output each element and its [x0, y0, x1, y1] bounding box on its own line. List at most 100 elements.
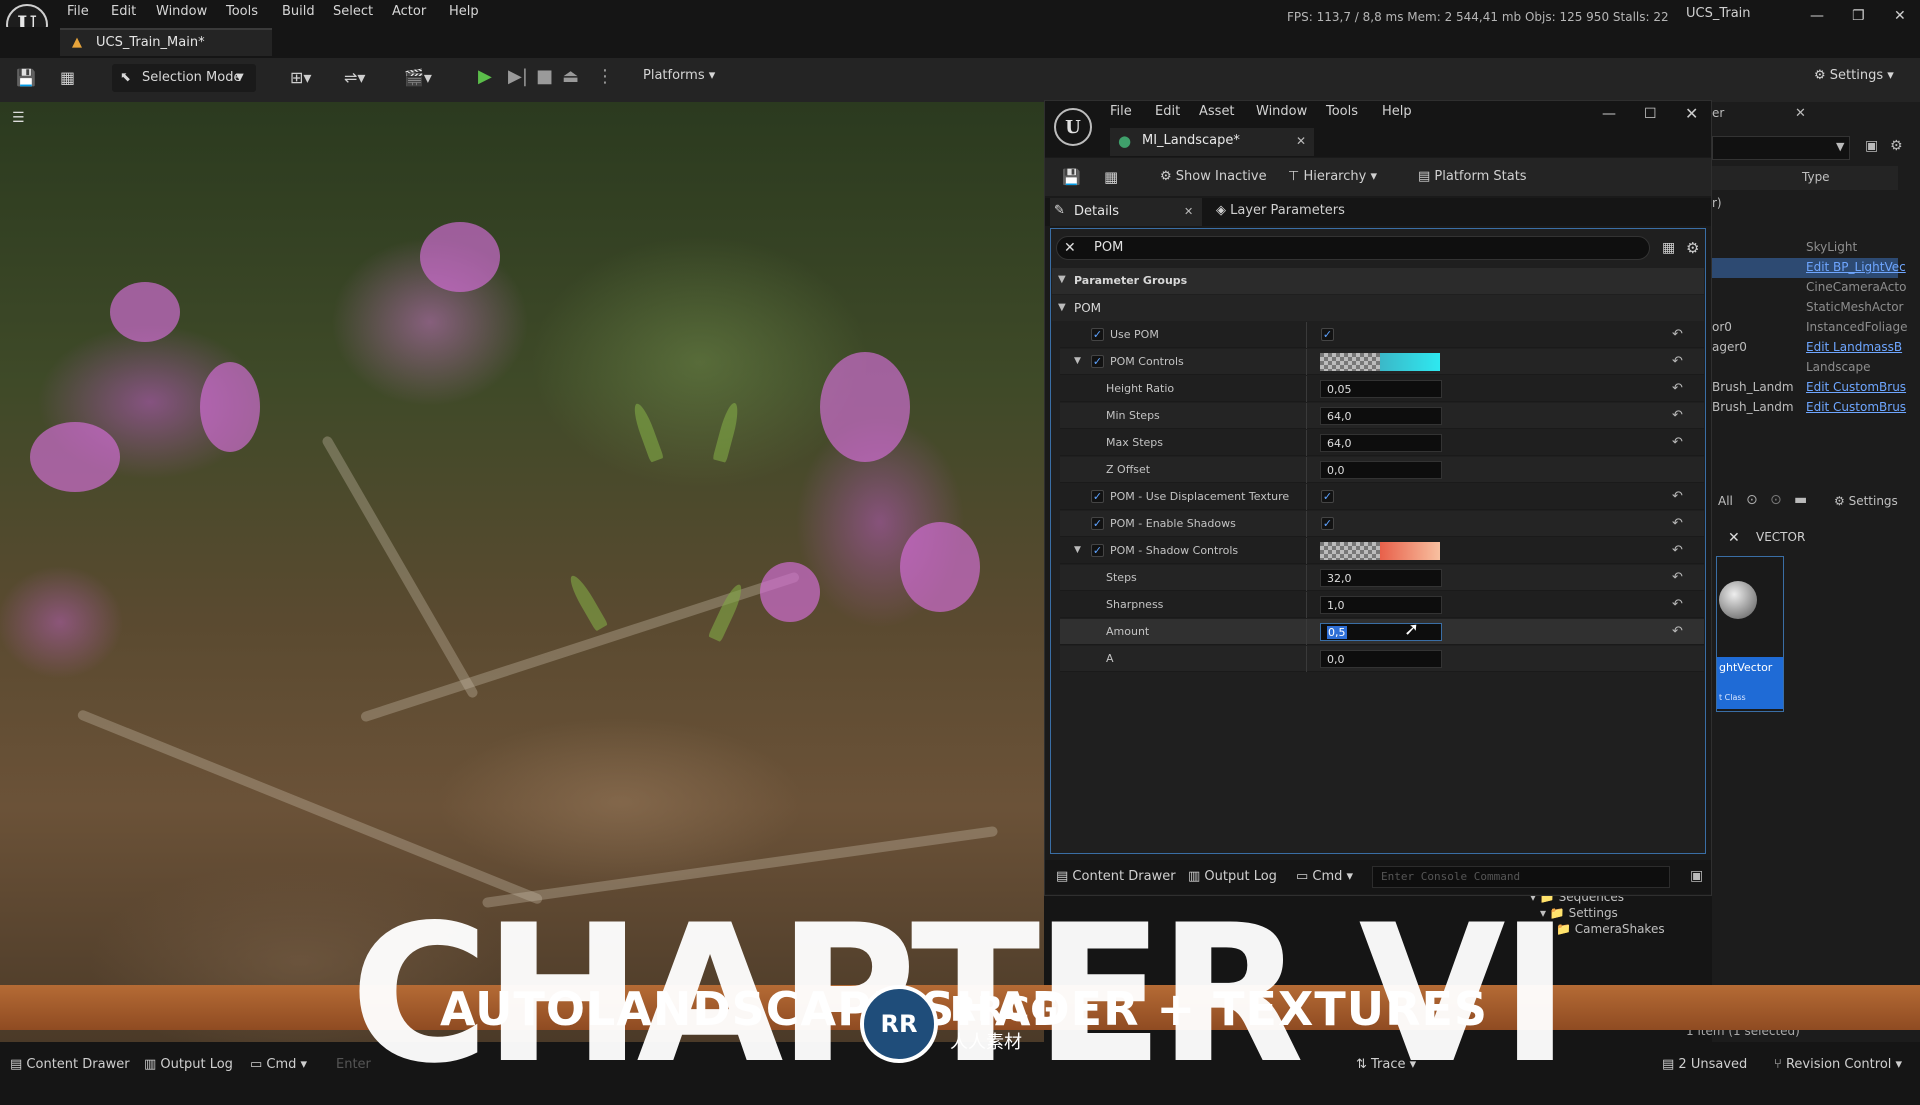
param-value-checkbox[interactable]: ✓: [1321, 517, 1334, 530]
reset-icon[interactable]: ↶: [1672, 327, 1683, 342]
param-number-field[interactable]: 64,0: [1320, 434, 1442, 452]
clear-search-icon[interactable]: ✕: [1728, 530, 1740, 546]
folder-icon[interactable]: ▬: [1794, 492, 1807, 508]
outliner-row-name[interactable]: Brush_Landm: [1712, 380, 1794, 394]
reset-icon[interactable]: ↶: [1672, 354, 1683, 369]
show-inactive-button[interactable]: ⚙ Show Inactive: [1160, 169, 1267, 184]
outliner-row-type-link[interactable]: Edit BP_LightVec: [1806, 260, 1906, 274]
filter-all[interactable]: All: [1718, 494, 1733, 508]
status-cmd[interactable]: ▭ Cmd ▾: [250, 1057, 307, 1072]
step-icon[interactable]: ▶|: [508, 66, 528, 87]
asset-tile[interactable]: ghtVector t Class: [1716, 556, 1784, 712]
close-icon[interactable]: ✕: [1685, 104, 1698, 123]
outliner-row-name[interactable]: Brush_Landm: [1712, 400, 1794, 414]
reset-icon[interactable]: ↶: [1672, 435, 1683, 450]
hierarchy-dropdown[interactable]: ⊤ Hierarchy ▾: [1288, 169, 1377, 184]
reset-icon[interactable]: ↶: [1672, 597, 1683, 612]
mi-asset-tab[interactable]: ● MI_Landscape* ✕: [1110, 128, 1314, 156]
platforms-dropdown[interactable]: Platforms ▾: [643, 68, 715, 83]
chevron-down-icon[interactable]: ▼: [1074, 545, 1081, 555]
save-icon[interactable]: 💾: [1062, 168, 1081, 186]
close-icon[interactable]: ✕: [1894, 8, 1906, 24]
level-tab[interactable]: ▲ UCS_Train_Main*: [60, 28, 272, 56]
menu-edit[interactable]: Edit: [111, 4, 136, 19]
menu-tools[interactable]: Tools: [226, 4, 258, 19]
color-swatch[interactable]: [1320, 353, 1440, 371]
cmd-dropdown[interactable]: ▭ Cmd ▾: [1296, 869, 1353, 884]
details-search-input[interactable]: [1056, 236, 1650, 260]
tab-close-icon[interactable]: ✕: [1184, 205, 1193, 218]
outliner-row-type-link[interactable]: Edit LandmassB: [1806, 340, 1902, 354]
outliner-row-type-link[interactable]: Edit CustomBrus: [1806, 380, 1906, 394]
status-unsaved[interactable]: ▤ 2 Unsaved: [1662, 1057, 1747, 1072]
settings-dropdown[interactable]: ⚙ Settings ▾: [1814, 68, 1894, 83]
unreal-logo-icon[interactable]: U: [1054, 108, 1092, 146]
output-log-button[interactable]: ▥ Output Log: [1188, 869, 1277, 884]
outliner-row-type-link[interactable]: Edit CustomBrus: [1806, 400, 1906, 414]
stop-icon[interactable]: ■: [536, 66, 553, 87]
mi-menu-edit[interactable]: Edit: [1155, 104, 1180, 119]
save-layout-icon[interactable]: ▣: [1690, 868, 1703, 884]
param-override-checkbox[interactable]: ✓: [1091, 517, 1104, 530]
maximize-icon[interactable]: ☐: [1644, 106, 1657, 122]
add-folder-icon[interactable]: ▣: [1865, 138, 1878, 154]
save-icon[interactable]: 💾: [16, 68, 36, 87]
status-output-log[interactable]: ▥ Output Log: [144, 1057, 233, 1072]
reset-icon[interactable]: ↶: [1672, 408, 1683, 423]
play-icon[interactable]: ▶: [478, 66, 492, 87]
add-actor-icon[interactable]: ⊞▾: [290, 68, 311, 87]
history-back-icon[interactable]: ⊙: [1746, 492, 1758, 508]
platform-stats-button[interactable]: ▤ Platform Stats: [1418, 169, 1527, 184]
gear-icon[interactable]: ⚙: [1686, 239, 1699, 257]
menu-file[interactable]: File: [67, 4, 89, 19]
param-override-checkbox[interactable]: ✓: [1091, 355, 1104, 368]
history-forward-icon[interactable]: ⊙: [1770, 492, 1782, 508]
selection-mode-dropdown[interactable]: ⬉ Selection Mode ▼: [112, 64, 256, 92]
mi-menu-window[interactable]: Window: [1256, 104, 1307, 119]
tab-layer-parameters[interactable]: ◈ Layer Parameters: [1216, 203, 1345, 218]
param-number-field[interactable]: 32,0: [1320, 569, 1442, 587]
mi-menu-help[interactable]: Help: [1382, 104, 1412, 119]
param-override-checkbox[interactable]: ✓: [1091, 544, 1104, 557]
outliner-row-name[interactable]: ager0: [1712, 340, 1747, 354]
param-number-field[interactable]: 64,0: [1320, 407, 1442, 425]
status-revision-control[interactable]: ⑂ Revision Control ▾: [1774, 1057, 1902, 1072]
outliner-row-name[interactable]: or0: [1712, 320, 1732, 334]
minimize-icon[interactable]: —: [1810, 8, 1824, 24]
tab-close-icon[interactable]: ✕: [1296, 134, 1306, 148]
reset-icon[interactable]: ↶: [1672, 543, 1683, 558]
menu-help[interactable]: Help: [449, 4, 479, 19]
menu-actor[interactable]: Actor: [392, 4, 426, 19]
param-override-checkbox[interactable]: ✓: [1091, 328, 1104, 341]
param-number-field[interactable]: 0,0: [1320, 650, 1442, 668]
param-override-checkbox[interactable]: ✓: [1091, 490, 1104, 503]
status-content-drawer[interactable]: ▤ Content Drawer: [10, 1057, 130, 1072]
viewport-menu-icon[interactable]: ☰: [12, 110, 25, 126]
menu-select[interactable]: Select: [333, 4, 373, 19]
maximize-icon[interactable]: ❐: [1852, 8, 1865, 24]
eject-icon[interactable]: ⏏: [562, 66, 579, 87]
asset-search-text[interactable]: VECTOR: [1756, 530, 1805, 544]
reset-icon[interactable]: ↶: [1672, 516, 1683, 531]
clear-search-icon[interactable]: ✕: [1064, 240, 1076, 256]
param-value-checkbox[interactable]: ✓: [1321, 490, 1334, 503]
reset-icon[interactable]: ↶: [1672, 624, 1683, 639]
browse-icon[interactable]: ▦: [60, 68, 75, 87]
filter-settings[interactable]: ⚙ Settings: [1834, 494, 1898, 508]
more-options-icon[interactable]: ⋮: [596, 66, 614, 87]
chevron-down-icon[interactable]: ▼: [1074, 356, 1081, 366]
content-drawer-button[interactable]: ▤ Content Drawer: [1056, 869, 1176, 884]
reset-icon[interactable]: ↶: [1672, 381, 1683, 396]
param-number-field-editing[interactable]: 0,5: [1320, 623, 1442, 641]
reset-icon[interactable]: ↶: [1672, 489, 1683, 504]
param-value-checkbox[interactable]: ✓: [1321, 328, 1334, 341]
outliner-close-icon[interactable]: ✕: [1795, 106, 1806, 121]
browse-icon[interactable]: ▦: [1104, 168, 1118, 186]
param-number-field[interactable]: 1,0: [1320, 596, 1442, 614]
color-swatch[interactable]: [1320, 542, 1440, 560]
mi-menu-asset[interactable]: Asset: [1199, 104, 1235, 119]
mi-menu-tools[interactable]: Tools: [1326, 104, 1358, 119]
tree-item-camerashakes[interactable]: 📁 CameraShakes: [1556, 922, 1665, 936]
cinematics-icon[interactable]: 🎬▾: [404, 68, 432, 87]
menu-window[interactable]: Window: [156, 4, 207, 19]
